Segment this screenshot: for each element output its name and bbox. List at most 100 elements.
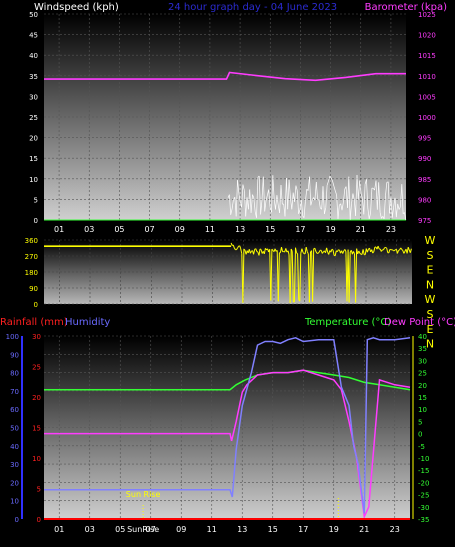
wind-direction-segment xyxy=(399,250,400,251)
chart1-hour-tick-label: 19 xyxy=(325,225,335,234)
chart3-hour-tick-label: 01 xyxy=(54,525,64,534)
direction-tick-label: 360 xyxy=(25,237,38,245)
windspeed-tick-label: 20 xyxy=(29,135,38,143)
chart3-plot-area xyxy=(44,336,410,519)
chart1-hour-tick-label: 21 xyxy=(356,225,366,234)
chart1-hour-tick-label: 11 xyxy=(205,225,215,234)
compass-label: W xyxy=(425,234,436,247)
temperature-tick-label: 30 xyxy=(418,357,427,365)
temperature-tick-label: -10 xyxy=(418,455,429,463)
temperature-tick-label: 20 xyxy=(418,382,427,390)
windspeed-tick-label: 25 xyxy=(29,114,38,122)
barometer-tick-label: 1015 xyxy=(418,52,436,60)
humidity-tick-label: 60 xyxy=(10,406,19,414)
chart1-hour-tick-label: 17 xyxy=(295,225,305,234)
rainfall-ticks: 0 5 10 15 20 25 30 xyxy=(32,333,41,524)
chart1-hour-tick-label: 23 xyxy=(386,225,396,234)
chart3-hour-tick-label: 15 xyxy=(268,525,278,534)
chart1-hour-tick-label: 09 xyxy=(175,225,185,234)
chart1-left-ticks: 05101520253035404550 xyxy=(29,11,38,225)
chart3-hour-tick-label: 03 xyxy=(85,525,95,534)
chart3-hour-tick-label: 19 xyxy=(329,525,339,534)
temperature-tick-label: 5 xyxy=(418,418,422,426)
chart2-left-ticks: 0 90 180 270 360 xyxy=(25,237,38,309)
humidity-tick-label: 80 xyxy=(10,370,19,378)
humidity-tick-label: 90 xyxy=(10,351,19,359)
wind-direction-chart: 090180270360 WSENWSEN xyxy=(25,234,436,351)
windspeed-tick-label: 45 xyxy=(29,32,38,40)
chart1-hour-tick-label: 01 xyxy=(54,225,64,234)
humidity-tick-label: 10 xyxy=(10,498,19,506)
chart1-hour-tick-label: 15 xyxy=(265,225,275,234)
wind-direction-segment xyxy=(332,249,333,250)
rainfall-tick-label: 30 xyxy=(32,333,41,341)
wind-direction-segment xyxy=(386,247,387,248)
sunrise-label: Sun Rise xyxy=(126,490,161,499)
windspeed-tick-label: 40 xyxy=(29,52,38,60)
rainfall-tick-label: 25 xyxy=(32,364,41,372)
humidity-tick-label: 20 xyxy=(10,479,19,487)
windspeed-tick-label: 5 xyxy=(34,196,38,204)
barometer-tick-label: 990 xyxy=(418,155,431,163)
weather-graph-panel: 05101520253035404550 9759809859909951000… xyxy=(0,0,455,543)
compass-label: N xyxy=(426,278,434,291)
barometer-tick-label: 985 xyxy=(418,176,431,184)
direction-tick-label: 270 xyxy=(25,253,38,261)
temperature-tick-label: 35 xyxy=(418,345,427,353)
rainfall-tick-label: 20 xyxy=(32,394,41,402)
temperature-tick-label: -5 xyxy=(418,443,425,451)
chart3-hour-tick-label: 05 xyxy=(115,525,125,534)
direction-tick-label: 90 xyxy=(29,285,38,293)
barometer-tick-label: 975 xyxy=(418,217,431,225)
temperature-axis-label: Temperature (°C) xyxy=(304,317,391,328)
temperature-tick-label: 10 xyxy=(418,406,427,414)
humidity-tick-label: 70 xyxy=(10,388,19,396)
wind-direction-segment xyxy=(260,249,261,250)
barometer-tick-label: 995 xyxy=(418,135,431,143)
temperature-tick-label: -25 xyxy=(418,492,429,500)
rainfall-tick-label: 0 xyxy=(37,516,41,524)
wind-direction-segment xyxy=(390,249,391,250)
barometer-tick-label: 1010 xyxy=(418,73,436,81)
dewpoint-axis-label: Dew Point (°C) xyxy=(384,317,455,328)
wind-direction-segment xyxy=(360,253,361,254)
compass-label: W xyxy=(425,293,436,306)
rainfall-tick-label: 5 xyxy=(37,486,41,494)
temperature-tick-label: 25 xyxy=(418,370,427,378)
barometer-tick-label: 1005 xyxy=(418,93,436,101)
humidity-tick-label: 40 xyxy=(10,443,19,451)
wind-direction-segment xyxy=(392,250,393,251)
windspeed-tick-label: 30 xyxy=(29,93,38,101)
chart1-x-ticks: 010305070911131517192123 xyxy=(54,225,396,234)
chart1-hour-tick-label: 07 xyxy=(144,225,154,234)
direction-tick-label: 0 xyxy=(34,301,38,309)
humidity-tick-label: 100 xyxy=(6,333,19,341)
temperature-humidity-chart: 051015202530 0102030405060708090100 -35-… xyxy=(0,317,455,534)
chart3-hour-tick-label: 13 xyxy=(237,525,247,534)
chart1-hour-tick-label: 13 xyxy=(235,225,245,234)
chart3-hour-tick-label: 21 xyxy=(359,525,369,534)
humidity-tick-label: 50 xyxy=(10,425,19,433)
humidity-ticks: 0 10 20 30 40 50 60 70 80 90 100 xyxy=(6,333,19,524)
barometer-tick-label: 1000 xyxy=(418,114,436,122)
wind-gust-segment xyxy=(318,200,319,201)
chart-title: 24 hour graph day - 04 June 2023 xyxy=(168,2,337,13)
temperature-tick-label: 15 xyxy=(418,394,427,402)
rainfall-tick-label: 15 xyxy=(32,425,41,433)
windspeed-tick-label: 10 xyxy=(29,176,38,184)
barometer-tick-label: 1020 xyxy=(418,32,436,40)
weather-charts-svg: 05101520253035404550 9759809859909951000… xyxy=(0,0,455,543)
humidity-tick-label: 30 xyxy=(10,461,19,469)
humidity-tick-label: 0 xyxy=(15,516,19,524)
direction-tick-label: 180 xyxy=(25,269,38,277)
rainfall-tick-label: 10 xyxy=(32,455,41,463)
compass-label: S xyxy=(427,249,434,262)
temperature-tick-label: -35 xyxy=(418,516,429,524)
chart3-hour-tick-label: 17 xyxy=(298,525,308,534)
temperature-tick-label: 0 xyxy=(418,431,422,439)
temperature-tick-label: -20 xyxy=(418,479,429,487)
windspeed-tick-label: 0 xyxy=(34,217,38,225)
windspeed-tick-label: 15 xyxy=(29,155,38,163)
compass-label: E xyxy=(427,264,434,277)
chart1-hour-tick-label: 03 xyxy=(84,225,94,234)
